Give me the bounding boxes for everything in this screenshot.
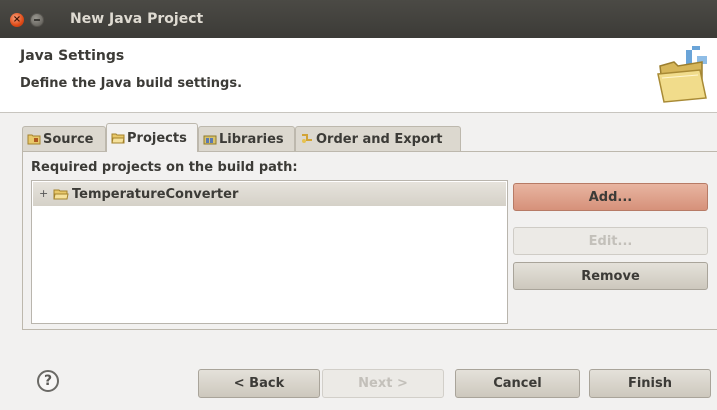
list-item[interactable]: + TemperatureConverter [33, 182, 506, 206]
source-folder-icon [27, 134, 41, 145]
edit-button[interactable]: Edit... [513, 227, 708, 255]
next-button[interactable]: Next > [322, 369, 444, 398]
expand-icon[interactable]: + [39, 188, 49, 199]
project-name: TemperatureConverter [72, 186, 239, 202]
wizard-header: Java Settings Define the Java build sett… [0, 38, 717, 113]
project-folder-icon [53, 189, 69, 200]
folder-wizard-icon [657, 46, 707, 103]
tab-label: Source [43, 131, 94, 147]
tab-projects[interactable]: Projects [106, 123, 198, 152]
finish-button[interactable]: Finish [589, 369, 711, 398]
close-window-icon[interactable]: × [10, 13, 24, 27]
add-button[interactable]: Add... [513, 183, 708, 211]
cancel-button[interactable]: Cancel [455, 369, 580, 398]
tab-libraries[interactable]: Libraries [198, 126, 295, 151]
minimize-window-icon[interactable] [30, 13, 44, 27]
order-export-icon [302, 134, 312, 143]
required-projects-label: Required projects on the build path: [31, 160, 298, 175]
back-button[interactable]: < Back [198, 369, 320, 398]
title-bar: × New Java Project [0, 0, 717, 39]
tab-label: Projects [127, 130, 187, 146]
help-icon[interactable]: ? [37, 370, 59, 392]
tab-order-and-export[interactable]: Order and Export [295, 126, 461, 151]
tab-label: Libraries [219, 131, 284, 147]
required-projects-list[interactable]: + TemperatureConverter [31, 180, 508, 324]
page-title: Java Settings [20, 48, 125, 64]
page-description: Define the Java build settings. [20, 76, 243, 91]
tab-source[interactable]: Source [22, 126, 106, 151]
tab-label: Order and Export [316, 131, 443, 147]
window-title: New Java Project [70, 11, 204, 27]
project-folder-icon [111, 133, 125, 144]
remove-button[interactable]: Remove [513, 262, 708, 290]
new-java-project-dialog: × New Java Project Java Settings Define … [0, 0, 717, 410]
libraries-icon [203, 135, 217, 145]
